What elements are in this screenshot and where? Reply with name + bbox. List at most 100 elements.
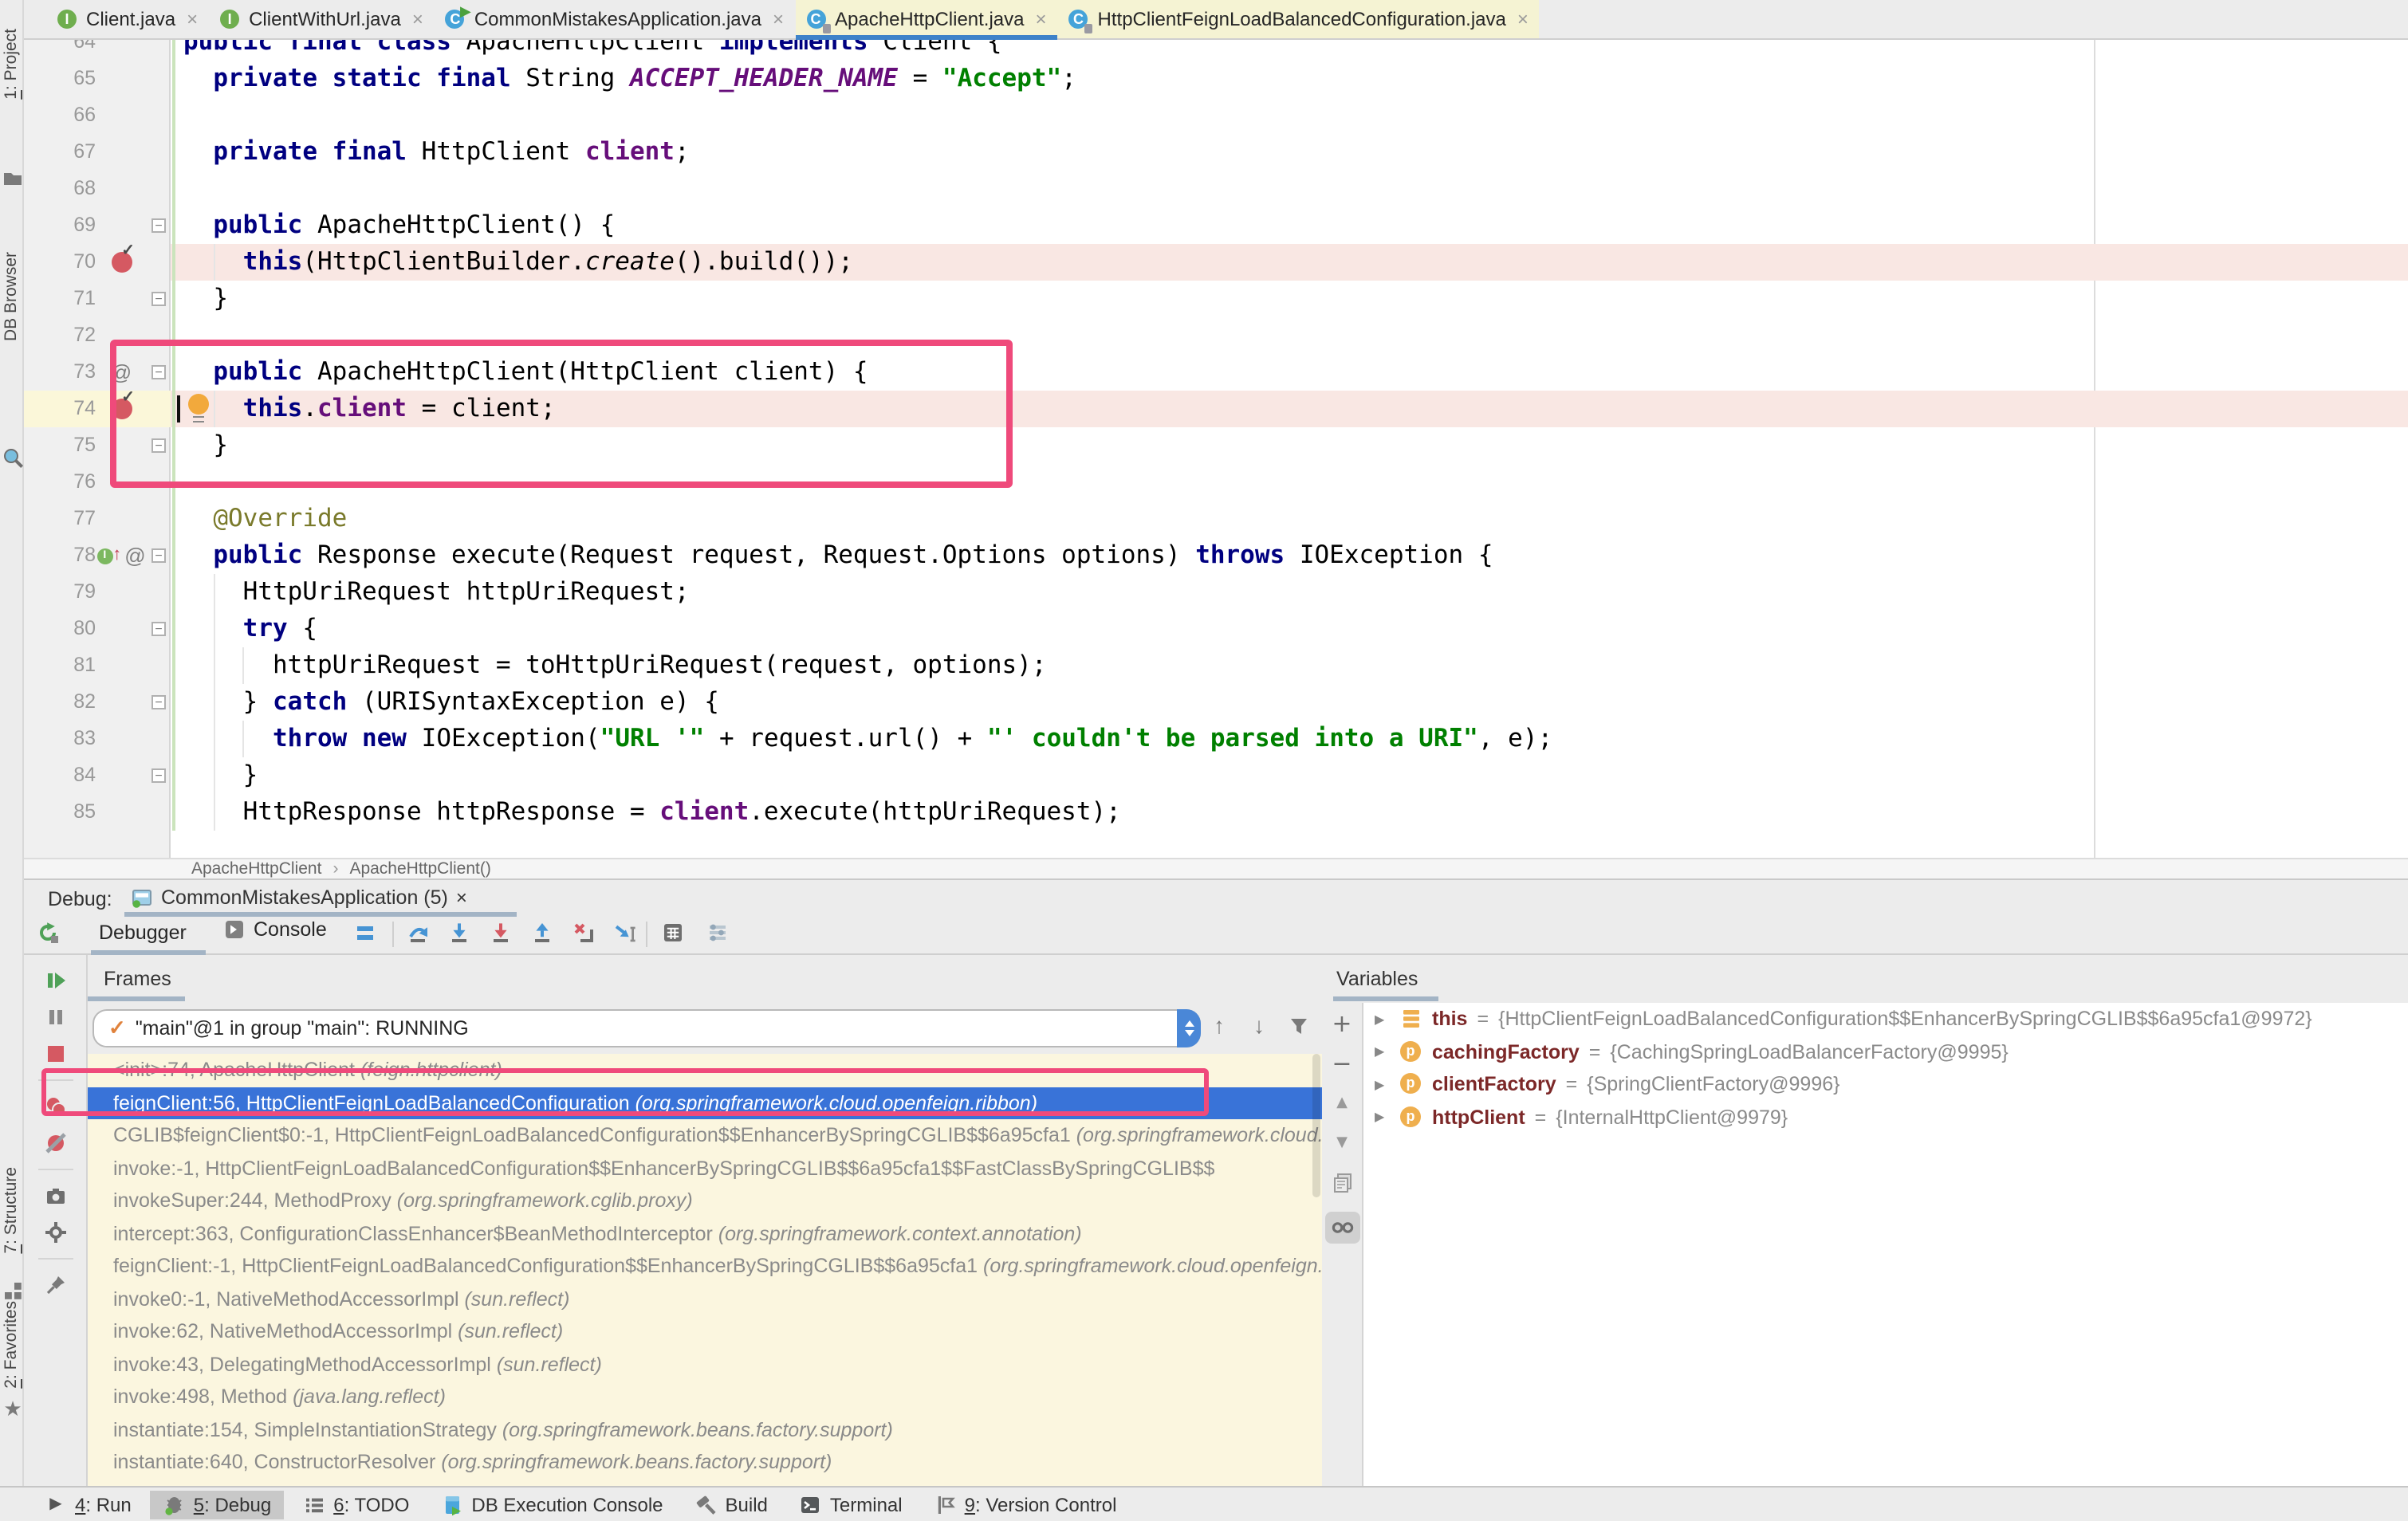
gutter-icons[interactable]: I↑@	[96, 537, 147, 574]
expand-icon[interactable]: ▶	[1375, 1045, 1391, 1059]
line-number[interactable]: 76	[24, 464, 96, 501]
code-text[interactable]: this(HttpClientBuilder.create().build())…	[171, 244, 2408, 281]
editor-tab-httpclientfeignloadbalancedconfiguration-java[interactable]: CHttpClientFeignLoadBalancedConfiguratio…	[1058, 0, 1540, 38]
gutter-icons[interactable]	[96, 134, 147, 171]
tri-down-icon[interactable]: ▼	[1331, 1132, 1353, 1154]
step-out-icon[interactable]	[531, 922, 553, 944]
fold-column[interactable]	[147, 244, 171, 281]
gutter-icons[interactable]	[96, 647, 147, 684]
line-number[interactable]: 80	[24, 611, 96, 647]
frame-row[interactable]: feignClient:56, HttpClientFeignLoadBalan…	[88, 1087, 1322, 1119]
code-text[interactable]: this.client = client;	[171, 391, 2408, 427]
gutter-icons[interactable]	[96, 97, 147, 134]
statusbar-item-run[interactable]: ▶4: Run	[32, 1490, 144, 1519]
fold-marker-icon[interactable]: −	[151, 365, 166, 379]
line-number[interactable]: 68	[24, 171, 96, 207]
line-number[interactable]: 70	[24, 244, 96, 281]
sidebar-item-structure[interactable]: 7: Structure	[2, 1167, 21, 1254]
line-number[interactable]: 69	[24, 207, 96, 244]
statusbar-item-version-control[interactable]: 9: Version Control	[922, 1490, 1130, 1519]
fold-column[interactable]	[147, 464, 171, 501]
frame-row[interactable]: invokeSuper:244, MethodProxy (org.spring…	[88, 1185, 1322, 1217]
breadcrumb-class[interactable]: ApacheHttpClient	[191, 859, 321, 878]
gutter-icons[interactable]	[96, 207, 147, 244]
line-number[interactable]: 74	[24, 391, 96, 427]
debug-session-tab[interactable]: CommonMistakesApplication (5) ×	[124, 882, 474, 912]
code-line[interactable]: 68	[24, 171, 2408, 207]
frame-row[interactable]: <init>:74, ApacheHttpClient (feign.httpc…	[88, 1054, 1322, 1087]
stop-icon[interactable]	[44, 1043, 66, 1065]
fold-column[interactable]: −	[147, 757, 171, 794]
line-number[interactable]: 78	[24, 537, 96, 574]
structure-icon[interactable]	[2, 1280, 24, 1303]
code-text[interactable]: private final HttpClient client;	[171, 134, 2408, 171]
gutter-icons[interactable]	[96, 684, 147, 721]
thread-dropdown[interactable]: ✓ "main"@1 in group "main": RUNNING	[92, 1009, 1201, 1047]
gutter-icons[interactable]: ✓	[96, 244, 147, 281]
fold-marker-icon[interactable]: −	[151, 438, 166, 453]
fold-column[interactable]	[147, 647, 171, 684]
dropdown-spinner-icon[interactable]	[1177, 1009, 1201, 1047]
gutter-icons[interactable]	[96, 317, 147, 354]
show-watches-toggle[interactable]	[1324, 1212, 1359, 1244]
code-line[interactable]: 80− try {	[24, 611, 2408, 647]
db-browser-icon[interactable]	[2, 446, 24, 469]
run-cursor-icon[interactable]	[614, 922, 636, 944]
code-text[interactable]: throw new IOException("URL '" + request.…	[171, 721, 2408, 757]
breakpoint-icon[interactable]: ✓	[111, 399, 132, 419]
fold-marker-icon[interactable]: −	[151, 218, 166, 233]
frame-row[interactable]: intercept:363, ConfigurationClassEnhance…	[88, 1217, 1322, 1250]
code-line[interactable]: 83 throw new IOException("URL '" + reque…	[24, 721, 2408, 757]
code-text[interactable]: }	[171, 427, 2408, 464]
frame-row[interactable]: invoke:498, Method (java.lang.reflect)	[88, 1381, 1322, 1413]
fold-column[interactable]: −	[147, 611, 171, 647]
view-bp-icon[interactable]	[44, 1095, 66, 1118]
camera-icon[interactable]	[44, 1185, 66, 1207]
line-number[interactable]: 81	[24, 647, 96, 684]
gutter-icons[interactable]	[96, 61, 147, 97]
close-icon[interactable]: ×	[1517, 8, 1529, 30]
step-into-icon[interactable]	[448, 922, 470, 944]
close-icon[interactable]: ×	[773, 8, 784, 30]
code-line[interactable]: 82− } catch (URISyntaxException e) {	[24, 684, 2408, 721]
fold-column[interactable]	[147, 97, 171, 134]
frames-scrollbar[interactable]	[1312, 1054, 1320, 1197]
close-icon[interactable]: ×	[1036, 8, 1047, 30]
line-number[interactable]: 77	[24, 501, 96, 537]
fold-column[interactable]	[147, 61, 171, 97]
force-step-icon[interactable]	[490, 922, 512, 944]
line-number[interactable]: 65	[24, 61, 96, 97]
fold-column[interactable]	[147, 40, 171, 61]
code-text[interactable]	[171, 171, 2408, 207]
star-icon[interactable]: ★	[2, 1400, 24, 1422]
variable-row[interactable]: ▶phttpClient={InternalHttpClient@9979}	[1363, 1101, 2408, 1134]
pause-icon[interactable]	[44, 1006, 66, 1028]
code-text[interactable]: public final class ApacheHttpClient impl…	[171, 40, 2408, 61]
line-number[interactable]: 71	[24, 281, 96, 317]
code-line[interactable]: 76	[24, 464, 2408, 501]
code-line[interactable]: 74 ✓ this.client = client;	[24, 391, 2408, 427]
line-number[interactable]: 72	[24, 317, 96, 354]
copy-icon[interactable]	[1331, 1172, 1353, 1194]
gutter-icons[interactable]	[96, 464, 147, 501]
line-number[interactable]: 64	[24, 40, 96, 61]
fold-column[interactable]: −	[147, 427, 171, 464]
gutter-icons[interactable]	[96, 40, 147, 61]
code-line[interactable]: 75− }	[24, 427, 2408, 464]
code-text[interactable]	[171, 464, 2408, 501]
code-line[interactable]: 69− public ApacheHttpClient() {	[24, 207, 2408, 244]
next-frame-button[interactable]: ↓	[1253, 1012, 1265, 1038]
filter-frames-button[interactable]	[1289, 1016, 1309, 1041]
fold-column[interactable]	[147, 721, 171, 757]
step-over-icon[interactable]	[407, 922, 429, 944]
code-line[interactable]: 67 private final HttpClient client;	[24, 134, 2408, 171]
expand-icon[interactable]: ▶	[1375, 1012, 1391, 1027]
pin-icon[interactable]	[44, 1274, 66, 1296]
frame-row[interactable]: instantiate:640, ConstructorResolver (or…	[88, 1446, 1322, 1479]
line-number[interactable]: 85	[24, 794, 96, 831]
fold-column[interactable]	[147, 391, 171, 427]
statusbar-item-build[interactable]: Build	[683, 1490, 781, 1519]
close-icon[interactable]: ×	[187, 8, 198, 30]
code-line[interactable]: 65 private static final String ACCEPT_HE…	[24, 61, 2408, 97]
fold-column[interactable]	[147, 134, 171, 171]
